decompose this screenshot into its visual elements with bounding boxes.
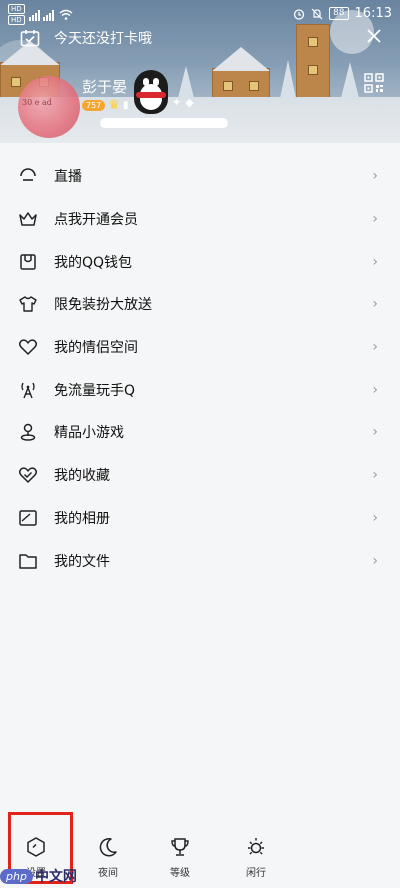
menu-item-files[interactable]: 我的文件 › [0,539,400,582]
menu-item-vip[interactable]: 点我开通会员 › [0,198,400,241]
watermark: php 中文网 [0,866,77,886]
penguin-mascot [134,70,168,114]
menu-label: 我的QQ钱包 [54,254,133,271]
close-icon [367,29,381,43]
checkin-row[interactable]: 今天还没打卡哦 [20,28,152,48]
signal-tower-icon [18,380,38,400]
avatar-text: 30 e ad [22,98,52,107]
clock: 16:13 [354,6,392,21]
favorite-heart-icon [18,465,38,485]
sim-chip: HD [8,4,25,14]
chevron-right-icon: › [372,253,378,270]
chevron-right-icon: › [372,296,378,313]
trophy-icon [169,836,191,858]
moon-icon [97,836,119,858]
level-button[interactable]: 等级 [160,836,200,879]
level-label: 等级 [170,868,190,879]
menu-item-favorites[interactable]: 我的收藏 › [0,454,400,497]
chevron-right-icon: › [372,339,378,356]
qr-code-icon [364,73,384,93]
medal-icon: ✦ [172,96,182,109]
chevron-right-icon: › [372,381,378,398]
menu-item-wallet[interactable]: 我的QQ钱包 › [0,240,400,283]
menu-item-album[interactable]: 我的相册 › [0,497,400,540]
menu-item-live[interactable]: 直播 › [0,155,400,198]
calendar-check-icon [20,30,40,47]
signal-icon [28,9,54,21]
menu-label: 我的收藏 [54,468,110,485]
status-bar: HD HD 88 16:13 [0,0,400,28]
menu-label: 我的相册 [54,510,110,527]
crown-badge-icon: ♛ [108,98,120,113]
chevron-right-icon: › [372,168,378,185]
signature-blur [100,118,228,128]
rank-badge-icon: ▮ [122,100,129,111]
menu-label: 我的情侣空间 [54,340,138,357]
menu-label: 点我开通会员 [54,212,138,229]
folder-icon [18,551,38,571]
diamond-icon: ◆ [185,96,194,109]
avatar[interactable]: 30 e ad [18,76,80,138]
badge-icons: ✦ ◆ [172,96,194,109]
mute-icon [311,8,323,19]
watermark-logo: php [0,868,33,884]
menu-item-dressup[interactable]: 限免装扮大放送 › [0,283,400,326]
battery-indicator: 88 [329,7,349,20]
menu-label: 限免装扮大放送 [54,297,152,314]
wifi-icon [59,9,73,20]
album-icon [18,508,38,528]
weather-button[interactable]: 闲行 [236,836,276,879]
menu-label: 免流量玩手Q [54,382,136,399]
tshirt-icon [18,294,38,314]
joystick-icon [18,422,38,442]
checkin-text: 今天还没打卡哦 [54,31,152,47]
night-mode-label: 夜间 [98,868,118,879]
sim-chip: HD [8,15,25,25]
profile-header: HD HD 88 16:13 今天还没打卡哦 30 e ad 彭于晏 757 ♛… [0,0,400,143]
wallet-icon [18,252,38,272]
menu-label: 直播 [54,169,82,186]
qr-code-button[interactable] [364,73,384,93]
menu-item-mini-games[interactable]: 精品小游戏 › [0,411,400,454]
crown-icon [18,209,38,229]
watermark-text: 中文网 [34,869,77,885]
sun-icon [245,836,267,858]
chevron-right-icon: › [372,211,378,228]
weather-label: 闲行 [246,868,266,879]
level-badge: 757 [82,100,106,111]
drawer-menu: 直播 › 点我开通会员 › 我的QQ钱包 › 限免装扮大放送 › 我的情侣空间 … [0,155,400,582]
chevron-right-icon: › [372,552,378,569]
night-mode-button[interactable]: 夜间 [88,836,128,879]
menu-label: 我的文件 [54,553,110,570]
menu-label: 精品小游戏 [54,425,124,442]
badge-row[interactable]: 757 ♛ ▮ [82,98,128,113]
alarm-icon [293,8,305,20]
menu-item-free-data[interactable]: 免流量玩手Q › [0,368,400,411]
chevron-right-icon: › [372,467,378,484]
live-icon [18,166,38,186]
nickname: 彭于晏 [82,78,128,96]
heart-icon [18,337,38,357]
close-button[interactable] [366,24,382,48]
menu-item-couple-space[interactable]: 我的情侣空间 › [0,326,400,369]
chevron-right-icon: › [372,424,378,441]
chevron-right-icon: › [372,509,378,526]
